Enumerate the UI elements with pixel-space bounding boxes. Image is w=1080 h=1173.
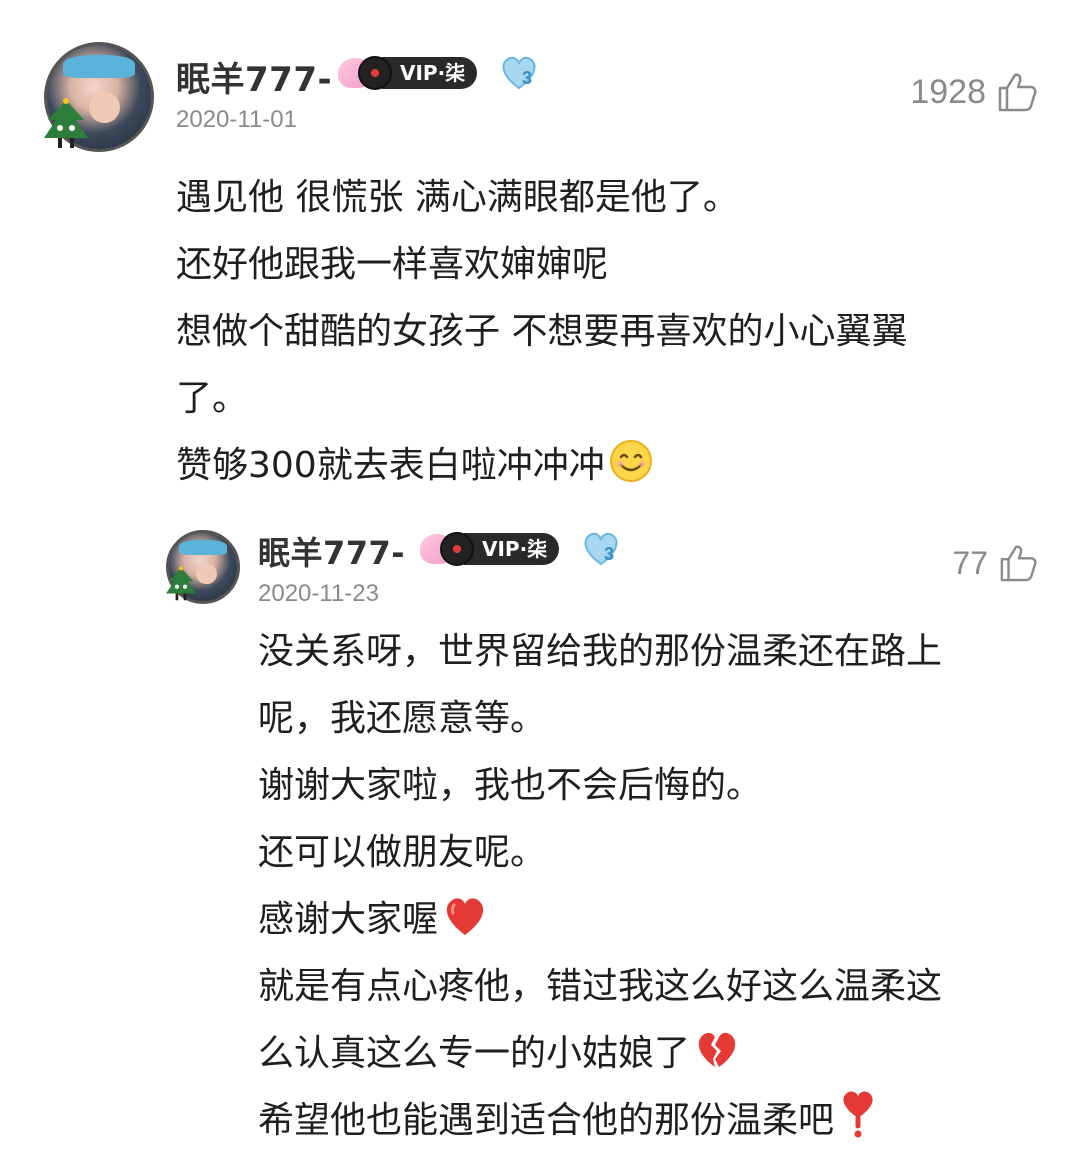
comment-line: 了。 <box>176 378 249 419</box>
level-heart-badge-icon: 3 <box>502 56 536 90</box>
comment-line-wrap: 希望他也能遇到适合他的那份温柔吧 <box>258 1087 1018 1154</box>
comment-text: 没关系呀，世界留给我的那份温柔还在路上 呢，我还愿意等。谢谢大家啦，我也不会后悔的… <box>258 618 1018 1154</box>
like-count: 77 <box>952 544 988 581</box>
comment-line: 么认真这么专一的小姑娘了 <box>258 1033 691 1074</box>
comment-line: 感谢大家喔 <box>258 899 439 940</box>
vip-badge[interactable]: VIP·柒 <box>338 56 478 90</box>
comment-line: 呢，我还愿意等。 <box>258 698 547 739</box>
vinyl-disc-icon <box>440 532 474 566</box>
level-number: 3 <box>522 68 532 88</box>
comment-date: 2020-11-23 <box>258 580 379 607</box>
comment-line: 就是有点心疼他，错过我这么好这么温柔这 <box>258 966 943 1007</box>
like-button[interactable]: 77 <box>952 544 1038 582</box>
username[interactable]: 眠羊777- <box>176 52 332 101</box>
comment-line: 想做个甜酷的女孩子 不想要再喜欢的小心翼翼 <box>176 311 908 352</box>
comment-date: 2020-11-01 <box>176 106 297 133</box>
christmas-tree-icon <box>44 98 88 148</box>
comment-line: 还可以做朋友呢。 <box>258 832 547 873</box>
thumbs-up-icon <box>1000 545 1037 582</box>
vip-label: VIP·柒 <box>464 533 560 565</box>
thumbs-up-icon <box>998 73 1037 112</box>
comment-line-wrap: 赞够300就去表白啦冲冲冲 <box>176 432 996 499</box>
red-heart-emoji-icon <box>446 898 484 935</box>
heart-exclamation-emoji-icon <box>843 1091 873 1138</box>
level-number: 3 <box>604 544 614 564</box>
broken-heart-emoji-icon <box>698 1032 736 1067</box>
comment-line: 谢谢大家啦，我也不会后悔的。 <box>258 765 763 806</box>
level-heart-badge-icon: 3 <box>584 532 618 566</box>
smile-emoji-icon <box>609 440 652 482</box>
vinyl-disc-icon <box>358 56 392 90</box>
comment-text: 遇见他 很慌张 满心满眼都是他了。 还好他跟我一样喜欢婶婶呢想做个甜酷的女孩子 不… <box>176 164 996 499</box>
like-button[interactable]: 1928 <box>910 72 1038 112</box>
comment-line: 遇见他 很慌张 满心满眼都是他了。 <box>176 177 739 218</box>
vip-label: VIP·柒 <box>382 57 478 89</box>
comment-line-wrap: 感谢大家喔 <box>258 886 1018 953</box>
comment-line: 还好他跟我一样喜欢婶婶呢 <box>176 244 609 285</box>
christmas-tree-icon <box>166 566 196 601</box>
comment-line: 希望他也能遇到适合他的那份温柔吧 <box>258 1100 835 1141</box>
comment-line: 赞够300就去表白啦冲冲冲 <box>176 445 605 486</box>
username[interactable]: 眠羊777- <box>258 528 405 574</box>
like-count: 1928 <box>910 72 986 111</box>
vip-badge[interactable]: VIP·柒 <box>420 532 560 566</box>
comment-line: 没关系呀，世界留给我的那份温柔还在路上 <box>258 631 943 672</box>
comment-line-wrap: 么认真这么专一的小姑娘了 <box>258 1020 1018 1087</box>
